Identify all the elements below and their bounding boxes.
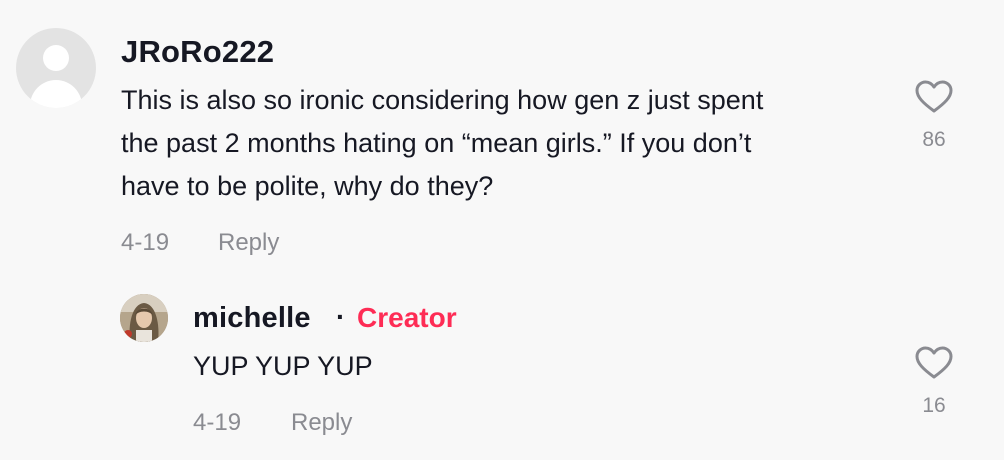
comment-like-button[interactable]: 86 — [904, 80, 964, 152]
reply-reply-button[interactable]: Reply — [291, 409, 352, 437]
avatar-head-shape — [43, 45, 69, 71]
reply-text: YUP YUP YUP — [193, 351, 373, 381]
reply-like-count: 16 — [922, 394, 946, 417]
reply-user-avatar[interactable] — [120, 294, 168, 342]
reply-date: 4-19 — [193, 409, 242, 436]
comment-username[interactable]: JRoRo222 — [121, 34, 274, 70]
avatar-body-shape — [30, 80, 82, 108]
comment-text-line-1: This is also so ironic considering how g… — [121, 85, 764, 115]
comment-text: This is also so ironic considering how g… — [121, 79, 763, 208]
comment-text-line-3: have to be polite, why do they? — [121, 171, 494, 201]
comment-date: 4-19 — [121, 229, 170, 256]
reply-like-button[interactable]: 16 — [904, 346, 964, 418]
comment-reply-button[interactable]: Reply — [218, 229, 279, 257]
avatar-photo-image — [120, 294, 168, 342]
default-user-avatar-icon[interactable] — [16, 28, 96, 108]
heart-outline-icon[interactable] — [915, 80, 953, 114]
comment-like-count: 86 — [922, 128, 946, 151]
comment-text-line-2: the past 2 months hating on “mean girls.… — [121, 128, 752, 158]
creator-badge: Creator — [357, 302, 457, 333]
username-separator: · — [336, 301, 346, 332]
heart-outline-icon[interactable] — [915, 346, 953, 380]
reply-username[interactable]: michelle — [193, 302, 311, 335]
